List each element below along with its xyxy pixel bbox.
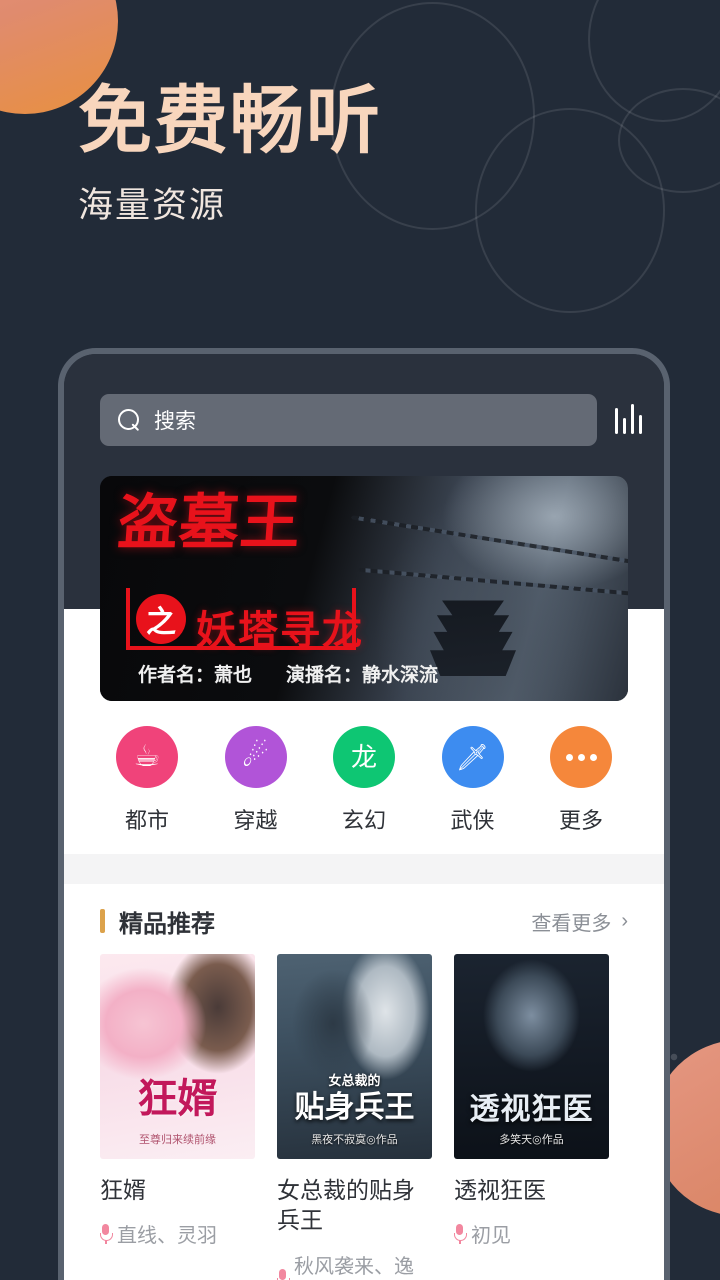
search-input[interactable]: 搜索 xyxy=(100,394,597,446)
book-grid: 狂婿 至尊归来续前缘 狂婿 直线、灵羽 女总裁的 贴身兵王 黑夜不寂寞◎作品 女… xyxy=(100,954,628,1280)
view-more-label: 查看更多 xyxy=(531,912,612,935)
phone-mockup: 搜索 盗墓王 之 妖塔寻龙 作者名：萧也 演播名：静水深流 ☕ 都市 ☄ 穿越 … xyxy=(58,348,670,1280)
book-card[interactable]: 透视狂医 多笑天◎作品 透视狂医 初见 xyxy=(454,954,609,1280)
cover-footnote: 多笑天◎作品 xyxy=(499,1134,564,1146)
comet-glyph: ☄ xyxy=(242,740,269,773)
section-title: 精品推荐 xyxy=(119,910,215,938)
cover-title: 狂婿 xyxy=(137,1077,218,1121)
microphone-icon xyxy=(277,1268,290,1280)
book-title: 透视狂医 xyxy=(454,1177,546,1203)
search-icon xyxy=(118,409,140,431)
page-subtitle: 海量资源 xyxy=(78,186,227,225)
book-narrator: 初见 xyxy=(454,1219,609,1248)
book-cover: 狂婿 至尊归来续前缘 xyxy=(100,954,255,1159)
microphone-icon xyxy=(100,1223,113,1244)
book-narrator: 直线、灵羽 xyxy=(100,1219,255,1248)
banner-meta: 作者名：萧也 演播名：静水深流 xyxy=(138,660,438,687)
coffee-cup-glyph: ☕ xyxy=(133,740,161,773)
book-card[interactable]: 狂婿 至尊归来续前缘 狂婿 直线、灵羽 xyxy=(100,954,255,1280)
section-header: 精品推荐 查看更多 › xyxy=(64,902,664,940)
more-dots-icon xyxy=(550,726,612,788)
equalizer-icon[interactable] xyxy=(614,404,642,435)
banner-title: 盗墓王 xyxy=(115,489,304,556)
banner-narrator: 演播名：静水深流 xyxy=(286,665,439,686)
chevron-right-icon: › xyxy=(621,909,628,932)
category-item-more[interactable]: 更多 xyxy=(538,726,624,835)
book-cover: 女总裁的 贴身兵王 黑夜不寂寞◎作品 xyxy=(277,954,432,1159)
sword-glyph: 🗡 xyxy=(455,742,489,772)
book-title: 女总裁的贴身兵王 xyxy=(277,1177,415,1234)
section-divider xyxy=(64,854,664,884)
phone-screen: 搜索 盗墓王 之 妖塔寻龙 作者名：萧也 演播名：静水深流 ☕ 都市 ☄ 穿越 … xyxy=(64,354,664,1280)
search-row: 搜索 xyxy=(100,394,642,446)
cover-footnote: 至尊归来续前缘 xyxy=(139,1134,216,1146)
more-dots-glyph xyxy=(565,753,597,761)
category-item-xuanhuan[interactable]: 龙 玄幻 xyxy=(321,726,407,835)
narrator-names: 秋风袭来、逸儿 xyxy=(294,1255,414,1278)
category-row: ☕ 都市 ☄ 穿越 龙 玄幻 🗡 武侠 更多 xyxy=(64,726,664,835)
hero-text-block: 免费畅听 海量资源 xyxy=(78,79,382,225)
category-label: 穿越 xyxy=(233,808,278,833)
narrator-names: 直线、灵羽 xyxy=(117,1225,217,1248)
category-label: 玄幻 xyxy=(341,808,386,833)
dragon-glyph: 龙 xyxy=(350,742,377,772)
search-placeholder: 搜索 xyxy=(154,410,196,433)
banner-zhi-badge: 之 xyxy=(136,594,186,644)
category-label: 武侠 xyxy=(450,808,495,833)
sword-icon: 🗡 xyxy=(441,726,504,788)
category-item-wuxia[interactable]: 🗡 武侠 xyxy=(430,726,516,835)
coffee-cup-icon: ☕ xyxy=(116,726,178,788)
book-narrator: 秋风袭来、逸儿 xyxy=(277,1250,432,1280)
book-title: 狂婿 xyxy=(100,1177,146,1203)
comet-icon: ☄ xyxy=(224,726,287,788)
section-accent-bar xyxy=(100,909,105,933)
cover-footnote: 黑夜不寂寞◎作品 xyxy=(311,1134,398,1146)
category-item-dushi[interactable]: ☕ 都市 xyxy=(104,726,190,835)
microphone-icon xyxy=(454,1223,467,1244)
book-card[interactable]: 女总裁的 贴身兵王 黑夜不寂寞◎作品 女总裁的贴身兵王 秋风袭来、逸儿 xyxy=(277,954,432,1280)
cover-prefix: 女总裁的 xyxy=(328,1073,381,1088)
book-cover: 透视狂医 多笑天◎作品 xyxy=(454,954,609,1159)
category-label: 更多 xyxy=(558,808,603,833)
banner-author: 作者名：萧也 xyxy=(138,665,253,686)
banner-subtitle: 妖塔寻龙 xyxy=(196,609,364,653)
dragon-icon: 龙 xyxy=(333,726,395,788)
narrator-names: 初见 xyxy=(471,1225,511,1248)
view-more-button[interactable]: 查看更多 › xyxy=(531,907,628,936)
category-label: 都市 xyxy=(124,808,169,833)
featured-banner[interactable]: 盗墓王 之 妖塔寻龙 作者名：萧也 演播名：静水深流 xyxy=(100,476,628,701)
cover-title: 透视狂医 xyxy=(469,1093,594,1126)
cover-title: 贴身兵王 xyxy=(294,1091,415,1124)
page-title: 免费畅听 xyxy=(78,79,382,162)
category-item-chuanyue[interactable]: ☄ 穿越 xyxy=(213,726,299,835)
